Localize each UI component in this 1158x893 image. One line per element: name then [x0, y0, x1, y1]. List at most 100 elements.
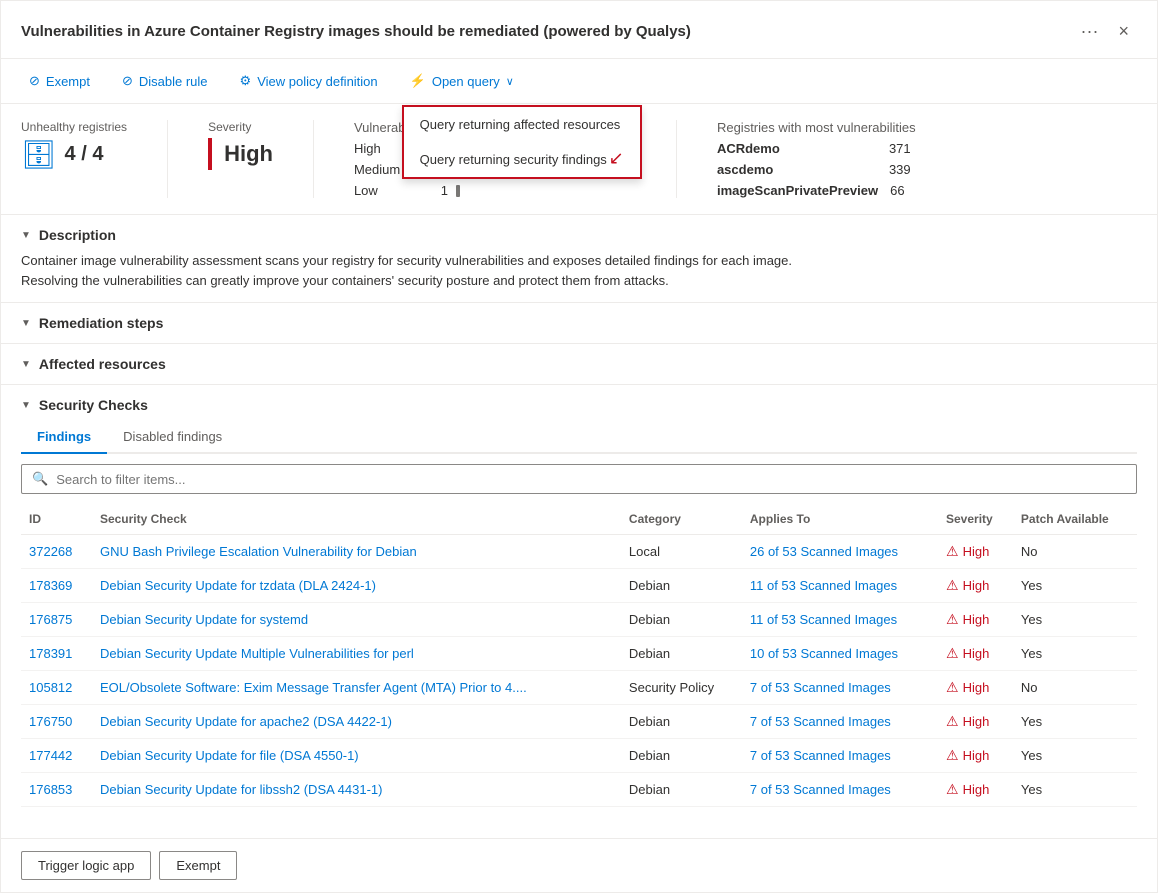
cell-severity-7: ⚠ High	[938, 773, 1013, 807]
severity-icon-4: ⚠	[946, 679, 959, 696]
cell-patch-5: Yes	[1013, 705, 1137, 739]
id-link-0[interactable]: 372268	[29, 544, 72, 559]
id-link-5[interactable]: 176750	[29, 714, 72, 729]
applies-link-3[interactable]: 10 of 53 Scanned Images	[750, 646, 898, 661]
col-category: Category	[621, 504, 742, 535]
applies-link-2[interactable]: 11 of 53 Scanned Images	[750, 612, 897, 627]
table-row: 372268 GNU Bash Privilege Escalation Vul…	[21, 535, 1137, 569]
cell-id-7: 176853	[21, 773, 92, 807]
description-text-2: Resolving the vulnerabilities can greatl…	[21, 271, 1137, 291]
severity-text-2: High	[963, 612, 990, 627]
findings-table: ID Security Check Category Applies To Se…	[21, 504, 1137, 807]
query-security-findings-item[interactable]: Query returning security findings ↙	[404, 142, 640, 177]
table-row: 178369 Debian Security Update for tzdata…	[21, 569, 1137, 603]
disable-rule-button[interactable]: ⊘ Disable rule	[114, 69, 216, 93]
more-options-button[interactable]: ···	[1073, 17, 1107, 46]
severity-badge-2: ⚠ High	[946, 611, 1005, 628]
security-chevron: ▼	[21, 400, 31, 411]
cell-category-3: Debian	[621, 637, 742, 671]
applies-link-0[interactable]: 26 of 53 Scanned Images	[750, 544, 898, 559]
cell-patch-1: Yes	[1013, 569, 1137, 603]
check-link-1[interactable]: Debian Security Update for tzdata (DLA 2…	[100, 578, 376, 593]
severity-badge-5: ⚠ High	[946, 713, 1005, 730]
check-link-6[interactable]: Debian Security Update for file (DSA 455…	[100, 748, 359, 763]
cell-check-2: Debian Security Update for systemd	[92, 603, 621, 637]
id-link-1[interactable]: 178369	[29, 578, 72, 593]
id-link-3[interactable]: 178391	[29, 646, 72, 661]
cell-id-3: 178391	[21, 637, 92, 671]
severity-text-6: High	[963, 748, 990, 763]
security-checks-header[interactable]: ▼ Security Checks	[21, 397, 1137, 413]
table-row: 177442 Debian Security Update for file (…	[21, 739, 1137, 773]
unhealthy-registries-metric: Unhealthy registries 🗄 4 / 4	[21, 120, 127, 171]
cell-patch-3: Yes	[1013, 637, 1137, 671]
applies-link-1[interactable]: 11 of 53 Scanned Images	[750, 578, 897, 593]
search-bar[interactable]: 🔍	[21, 464, 1137, 494]
description-header[interactable]: ▼ Description	[21, 227, 1137, 243]
cell-patch-6: Yes	[1013, 739, 1137, 773]
cell-check-5: Debian Security Update for apache2 (DSA …	[92, 705, 621, 739]
severity-text-5: High	[963, 714, 990, 729]
low-bar	[456, 185, 460, 197]
divider-1	[167, 120, 168, 198]
applies-link-7[interactable]: 7 of 53 Scanned Images	[750, 782, 891, 797]
id-link-6[interactable]: 177442	[29, 748, 72, 763]
footer: Trigger logic app Exempt	[1, 838, 1157, 892]
remediation-title: Remediation steps	[39, 315, 163, 331]
open-query-button[interactable]: ⚡ Open query ∨	[402, 69, 522, 93]
cell-id-1: 178369	[21, 569, 92, 603]
cell-severity-6: ⚠ High	[938, 739, 1013, 773]
severity-icon-2: ⚠	[946, 611, 959, 628]
table-row: 176875 Debian Security Update for system…	[21, 603, 1137, 637]
affected-chevron: ▼	[21, 359, 31, 370]
check-link-7[interactable]: Debian Security Update for libssh2 (DSA …	[100, 782, 383, 797]
affected-resources-section: ▼ Affected resources	[1, 344, 1157, 385]
check-link-0[interactable]: GNU Bash Privilege Escalation Vulnerabil…	[100, 544, 417, 559]
cell-applies-4: 7 of 53 Scanned Images	[742, 671, 938, 705]
trigger-logic-app-button[interactable]: Trigger logic app	[21, 851, 151, 880]
severity-metric: Severity High	[208, 120, 273, 170]
check-link-2[interactable]: Debian Security Update for systemd	[100, 612, 308, 627]
cell-severity-2: ⚠ High	[938, 603, 1013, 637]
cell-check-3: Debian Security Update Multiple Vulnerab…	[92, 637, 621, 671]
severity-icon-0: ⚠	[946, 543, 959, 560]
applies-link-5[interactable]: 7 of 53 Scanned Images	[750, 714, 891, 729]
view-policy-button[interactable]: ⚙ View policy definition	[232, 69, 386, 93]
search-input[interactable]	[56, 472, 1126, 487]
query-affected-resources-item[interactable]: Query returning affected resources	[404, 107, 640, 142]
cell-severity-1: ⚠ High	[938, 569, 1013, 603]
cell-category-7: Debian	[621, 773, 742, 807]
id-link-2[interactable]: 176875	[29, 612, 72, 627]
check-link-4[interactable]: EOL/Obsolete Software: Exim Message Tran…	[100, 680, 527, 695]
footer-exempt-button[interactable]: Exempt	[159, 851, 237, 880]
remediation-header[interactable]: ▼ Remediation steps	[21, 315, 1137, 331]
applies-link-6[interactable]: 7 of 53 Scanned Images	[750, 748, 891, 763]
toolbar: ⊘ Exempt ⊘ Disable rule ⚙ View policy de…	[1, 59, 1157, 104]
cell-applies-1: 11 of 53 Scanned Images	[742, 569, 938, 603]
description-text-1: Container image vulnerability assessment…	[21, 251, 1137, 271]
severity-text-7: High	[963, 782, 990, 797]
severity-label: Severity	[208, 120, 273, 134]
close-button[interactable]: ×	[1110, 17, 1137, 46]
tab-disabled-findings[interactable]: Disabled findings	[107, 421, 238, 454]
affected-resources-title: Affected resources	[39, 356, 166, 372]
table-row: 176853 Debian Security Update for libssh…	[21, 773, 1137, 807]
registry-row-3: imageScanPrivatePreview 66	[717, 183, 916, 198]
policy-icon: ⚙	[240, 73, 252, 89]
check-link-3[interactable]: Debian Security Update Multiple Vulnerab…	[100, 646, 414, 661]
severity-icon-5: ⚠	[946, 713, 959, 730]
exempt-button[interactable]: ⊘ Exempt	[21, 69, 98, 93]
id-link-4[interactable]: 105812	[29, 680, 72, 695]
affected-resources-header[interactable]: ▼ Affected resources	[21, 356, 1137, 372]
severity-text-3: High	[963, 646, 990, 661]
tab-findings[interactable]: Findings	[21, 421, 107, 454]
cell-applies-7: 7 of 53 Scanned Images	[742, 773, 938, 807]
severity-badge-0: ⚠ High	[946, 543, 1005, 560]
id-link-7[interactable]: 176853	[29, 782, 72, 797]
check-link-5[interactable]: Debian Security Update for apache2 (DSA …	[100, 714, 392, 729]
severity-bar	[208, 138, 212, 170]
description-section: ▼ Description Container image vulnerabil…	[1, 215, 1157, 303]
applies-link-4[interactable]: 7 of 53 Scanned Images	[750, 680, 891, 695]
severity-badge-3: ⚠ High	[946, 645, 1005, 662]
col-severity: Severity	[938, 504, 1013, 535]
